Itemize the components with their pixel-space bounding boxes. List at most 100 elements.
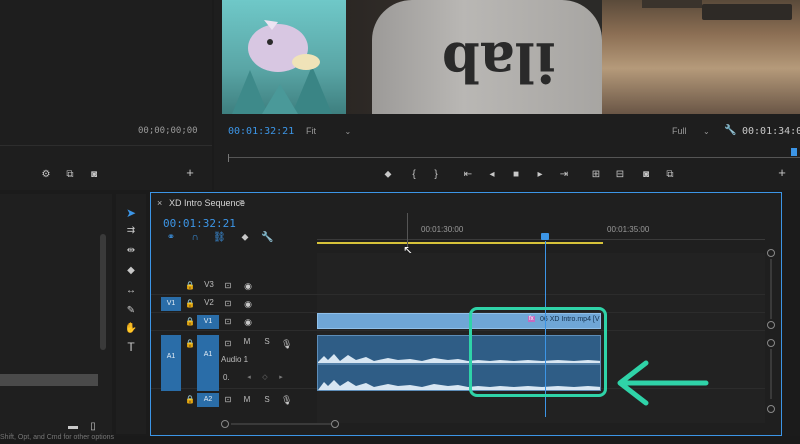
voice-over-icon[interactable]: ⊡	[223, 339, 233, 349]
work-area-bar[interactable]	[317, 242, 603, 244]
ruler-label: 00:01:35:00	[607, 225, 650, 234]
source-monitor: 00;00;00;00 ⚙ ⧉ ◙ +	[0, 0, 212, 190]
presenter-sweater: ilab	[372, 0, 602, 114]
microphone-icon[interactable]: 🎙	[281, 395, 292, 405]
project-panel: ▬ ▯	[0, 194, 112, 434]
status-hint: Shift, Opt, and Cmd for other options	[0, 434, 115, 441]
program-monitor: ilab 00:01:32:21 Fit ⌄ Full ⌄ 🔧 00:01:34…	[214, 0, 800, 190]
timeline-vertical-scrollbar[interactable]	[765, 249, 777, 417]
mute-button[interactable]: M	[241, 335, 253, 349]
chevron-down-icon: ⌄	[344, 127, 352, 136]
next-keyframe-icon[interactable]: ▸	[277, 373, 285, 383]
chevron-down-icon: ⌄	[703, 127, 710, 136]
extract-icon[interactable]: ⊟	[614, 170, 626, 180]
source-divider	[0, 145, 212, 146]
timeline-settings-icon[interactable]: 🔧	[261, 233, 273, 243]
eye-icon[interactable]: ◉	[243, 317, 253, 327]
compare-icon[interactable]: ⧉	[664, 170, 676, 180]
out-point-icon[interactable]: }	[430, 170, 442, 180]
hand-tool-icon[interactable]: ✋	[124, 324, 138, 334]
lock-icon[interactable]: 🔒	[185, 317, 195, 327]
add-keyframe-icon[interactable]: ◇	[261, 373, 269, 383]
microphone-icon[interactable]: 🎙	[281, 339, 292, 349]
go-to-out-icon[interactable]: ⇥	[558, 170, 570, 180]
program-playhead[interactable]	[791, 148, 797, 156]
wrench-icon[interactable]: 🔧	[724, 126, 736, 136]
fit-label: Fit	[306, 126, 316, 136]
lock-icon[interactable]: 🔒	[185, 395, 195, 405]
program-scrubber[interactable]	[228, 148, 800, 162]
quality-dropdown[interactable]: Full ⌄	[672, 126, 710, 136]
sync-lock-icon[interactable]: ⊡	[223, 281, 233, 291]
timeline-horizontal-scrollbar[interactable]	[221, 419, 341, 429]
program-current-timecode[interactable]: 00:01:32:21	[228, 126, 294, 137]
stop-icon[interactable]: ■	[510, 170, 522, 180]
solo-button[interactable]: S	[261, 393, 273, 407]
project-selected-row[interactable]	[0, 374, 98, 386]
mute-button[interactable]: M	[241, 393, 253, 407]
in-point-icon[interactable]: {	[408, 170, 420, 180]
eye-icon[interactable]: ◉	[243, 281, 253, 291]
settings-icon[interactable]: ⚙	[40, 170, 52, 180]
program-video-frame: ilab	[222, 0, 800, 114]
source-patch-v1[interactable]: V1	[161, 297, 181, 311]
close-icon[interactable]: ×	[157, 198, 162, 208]
track-v2-row: V1 🔒 V2 ⊡ ◉	[151, 295, 765, 313]
export-frame-icon[interactable]: ◙	[640, 170, 652, 180]
sequence-menu-icon[interactable]: ≡	[239, 197, 244, 207]
track-target-v1[interactable]: V1	[197, 315, 219, 329]
track-volume-value[interactable]: 0.	[223, 373, 230, 382]
lock-icon[interactable]: 🔒	[185, 281, 195, 291]
sweater-logo: ilab	[442, 30, 556, 94]
track-target-a2[interactable]: A2	[197, 393, 219, 407]
solo-button[interactable]: S	[261, 335, 273, 349]
sync-lock-icon[interactable]: ⊡	[223, 317, 233, 327]
pen-tool-icon[interactable]: ✎	[124, 306, 138, 316]
add-marker-icon[interactable]: ⬥	[239, 233, 251, 243]
track-target-a1[interactable]: A1	[197, 335, 219, 391]
annotation-arrow-icon	[617, 360, 709, 406]
track-label-v3: V3	[204, 280, 214, 289]
step-forward-icon[interactable]: ▸	[534, 170, 546, 180]
track-v3-row: 🔒 V3 ⊡ ◉	[151, 277, 765, 295]
sequence-tab-title[interactable]: XD Intro Sequence	[169, 198, 245, 208]
program-add-button[interactable]: +	[776, 166, 788, 179]
source-timecode: 00;00;00;00	[138, 126, 198, 136]
eye-icon[interactable]: ◉	[243, 299, 253, 309]
nest-toggle-icon[interactable]: ⚭	[165, 233, 177, 243]
source-add-button[interactable]: +	[184, 166, 196, 179]
premiere-workspace: { "source_monitor": { "timecode": "00;00…	[0, 0, 800, 444]
folder-icon[interactable]: ▬	[68, 422, 78, 432]
type-tool-icon[interactable]: T	[124, 341, 138, 353]
fit-dropdown[interactable]: Fit ⌄	[306, 126, 351, 136]
camera-icon[interactable]: ◙	[88, 170, 100, 180]
go-to-in-icon[interactable]: ⇤	[462, 170, 474, 180]
timeline-playhead[interactable]	[541, 233, 551, 243]
source-patch-a1[interactable]: A1	[161, 335, 181, 391]
lock-icon[interactable]: 🔒	[185, 299, 195, 309]
voice-over-icon[interactable]: ⊡	[223, 395, 233, 405]
sync-lock-icon[interactable]: ⊡	[223, 299, 233, 309]
program-duration-timecode: 00:01:34:09	[742, 126, 800, 137]
razor-tool-icon[interactable]: ◆	[124, 266, 138, 276]
track-select-tool-icon[interactable]: ⇉	[124, 226, 138, 236]
marker-icon[interactable]: ⬥	[382, 170, 394, 180]
export-frame-icon[interactable]: ⧉	[64, 170, 76, 180]
status-bar: Shift, Opt, and Cmd for other options	[0, 434, 800, 444]
slip-tool-icon[interactable]: ↔	[124, 286, 138, 296]
cursor-guide-line	[407, 213, 408, 247]
project-scrollbar[interactable]	[100, 234, 106, 350]
tools-panel: ➤ ⇉ ⇹ ◆ ↔ ✎ ✋ T	[116, 194, 146, 434]
ripple-edit-tool-icon[interactable]: ⇹	[124, 246, 138, 256]
linked-selection-icon[interactable]: ⛓	[213, 233, 226, 243]
lift-icon[interactable]: ⊞	[590, 170, 602, 180]
selection-tool-icon[interactable]: ➤	[124, 207, 138, 219]
trash-icon[interactable]: ▯	[88, 422, 98, 432]
step-back-icon[interactable]: ◂	[486, 170, 498, 180]
audio-track-name: Audio 1	[221, 355, 249, 364]
snap-icon[interactable]: ∩	[189, 233, 201, 243]
lock-icon[interactable]: 🔒	[185, 339, 195, 349]
sequence-timecode[interactable]: 00:01:32:21	[163, 217, 236, 230]
previous-keyframe-icon[interactable]: ◂	[245, 373, 253, 383]
quality-label: Full	[672, 126, 687, 136]
